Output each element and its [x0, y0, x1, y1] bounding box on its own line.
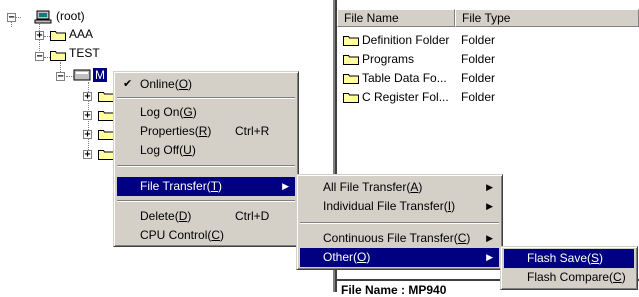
checkmark-icon: ✔ — [123, 78, 133, 90]
context-menu: ✔ Online(O) Log On(G) Properties(R) Ctrl… — [113, 71, 299, 247]
expand-plus-icon[interactable]: + — [83, 150, 92, 160]
tree-node-selected[interactable]: M — [93, 68, 107, 82]
folder-icon — [98, 90, 114, 102]
folder-icon — [50, 49, 66, 61]
collapse-minus-icon[interactable]: − — [56, 72, 65, 82]
folder-icon — [343, 91, 359, 103]
shortcut-ctrl-r: Ctrl+R — [235, 124, 270, 138]
column-header-file-name[interactable]: File Name — [337, 9, 455, 27]
menu-item-delete[interactable]: Delete(D) Ctrl+D — [117, 207, 295, 226]
file-type: Folder — [461, 71, 496, 85]
shortcut-ctrl-d: Ctrl+D — [235, 209, 270, 223]
file-name: C Register Fol... — [362, 90, 449, 104]
tree-node-test[interactable]: TEST — [69, 46, 100, 60]
computer-icon — [34, 10, 52, 24]
menu-item-online[interactable]: ✔ Online(O) — [117, 75, 295, 94]
other-submenu: Flash Save(S) Flash Compare(C) — [500, 246, 638, 290]
file-transfer-submenu: All File Transfer(A) ▶ Individual File T… — [296, 174, 503, 270]
tree-node-aaa[interactable]: AAA — [69, 27, 93, 41]
list-item[interactable]: C Register Fol... Folder — [337, 88, 639, 106]
collapse-minus-icon[interactable]: − — [35, 52, 44, 62]
file-name-status: File Name : MP940 — [341, 283, 447, 297]
menu-item-log-on[interactable]: Log On(G) — [117, 103, 295, 122]
folder-icon — [98, 109, 114, 121]
folder-icon — [343, 53, 359, 65]
list-item[interactable]: Table Data Fo... Folder — [337, 69, 639, 87]
menu-item-individual-file-transfer[interactable]: Individual File Transfer(I) ▶ — [300, 197, 499, 216]
menu-item-flash-save[interactable]: Flash Save(S) — [504, 249, 634, 268]
file-name: Programs — [362, 52, 415, 66]
file-type: Folder — [461, 33, 496, 47]
folder-icon — [98, 148, 114, 160]
file-name: Definition Folder — [362, 33, 450, 47]
controller-icon — [73, 68, 91, 82]
list-item[interactable]: Definition Folder Folder — [337, 31, 639, 49]
folder-icon — [343, 34, 359, 46]
folder-icon — [50, 29, 66, 41]
menu-item-all-file-transfer[interactable]: All File Transfer(A) ▶ — [300, 178, 499, 197]
menu-item-flash-compare[interactable]: Flash Compare(C) — [504, 268, 634, 287]
submenu-arrow-icon: ▶ — [486, 252, 493, 262]
folder-icon — [98, 128, 114, 140]
menu-separator — [117, 165, 295, 167]
folder-icon — [343, 72, 359, 84]
menu-item-continuous-file-transfer[interactable]: Continuous File Transfer(C) ▶ — [300, 229, 499, 248]
menu-item-properties[interactable]: Properties(R) Ctrl+R — [117, 122, 295, 141]
list-item[interactable]: Programs Folder — [337, 50, 639, 68]
expand-plus-icon[interactable]: + — [83, 92, 92, 102]
menu-item-cpu-control[interactable]: CPU Control(C) — [117, 226, 295, 245]
file-name: Table Data Fo... — [362, 71, 447, 85]
submenu-arrow-icon: ▶ — [486, 201, 493, 211]
menu-item-file-transfer[interactable]: File Transfer(T) ▶ — [117, 177, 295, 196]
submenu-arrow-icon: ▶ — [486, 233, 493, 243]
submenu-arrow-icon: ▶ — [282, 181, 289, 191]
menu-item-other[interactable]: Other(O) ▶ — [300, 248, 499, 267]
menu-separator — [117, 200, 295, 202]
column-header-file-type[interactable]: File Type — [455, 9, 639, 27]
tree-node-root[interactable]: (root) — [56, 9, 85, 23]
collapse-minus-icon[interactable]: − — [7, 13, 16, 23]
expand-plus-icon[interactable]: + — [83, 130, 92, 140]
menu-item-log-off[interactable]: Log Off(U) — [117, 141, 295, 160]
submenu-arrow-icon: ▶ — [486, 182, 493, 192]
menu-separator — [300, 222, 499, 224]
expand-plus-icon[interactable]: + — [83, 111, 92, 121]
file-type: Folder — [461, 90, 496, 104]
file-type: Folder — [461, 52, 496, 66]
expand-plus-icon[interactable]: + — [35, 31, 44, 41]
menu-separator — [117, 97, 295, 99]
